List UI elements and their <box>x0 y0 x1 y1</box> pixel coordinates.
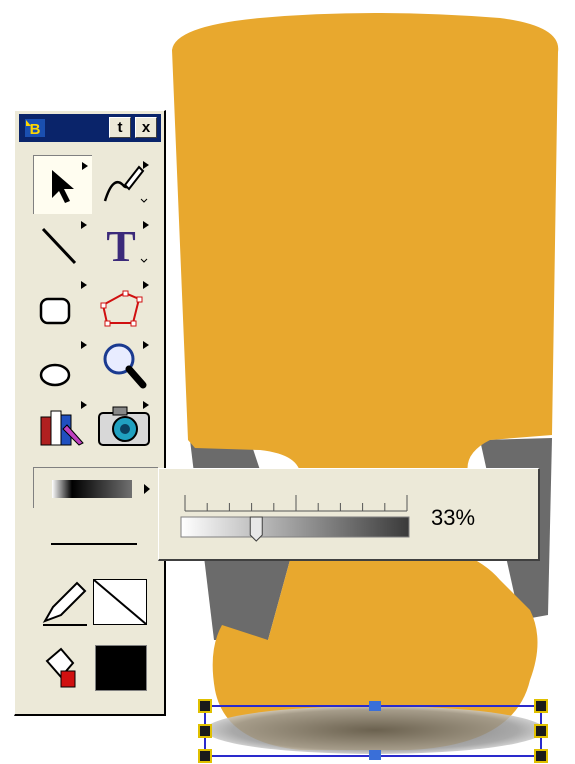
handle-top-right <box>534 699 548 713</box>
stroke-width-line[interactable] <box>51 543 137 545</box>
opacity-slider[interactable] <box>169 475 429 555</box>
zoom-tool[interactable] <box>95 335 153 393</box>
handle-middle-left <box>198 724 212 738</box>
handle-bottom-left <box>198 749 212 763</box>
text-tool[interactable]: T <box>95 215 153 273</box>
symbol-library-tool[interactable] <box>33 395 91 453</box>
gradient-icon <box>52 480 150 498</box>
toolbox-titlebar[interactable]: B t x <box>19 114 161 142</box>
toolbox-panel: B t x T <box>14 110 166 716</box>
fill-color-bucket[interactable] <box>39 641 89 691</box>
freehand-pen-tool[interactable] <box>95 155 153 213</box>
line-tool[interactable] <box>33 215 91 273</box>
stroke-color-pen[interactable] <box>39 577 91 627</box>
stroke-color-swatch[interactable] <box>93 579 147 625</box>
bottle-top-shape <box>172 13 559 482</box>
gradient-fill-tool[interactable] <box>33 467 158 508</box>
pen-nib-icon <box>42 581 87 626</box>
slider-ticks <box>184 495 408 511</box>
handle-middle-right <box>534 724 548 738</box>
fill-swatch-black <box>96 646 146 690</box>
close-button[interactable]: x <box>135 117 157 138</box>
handle-bottom-right <box>534 749 548 763</box>
svg-text:B: B <box>30 121 41 138</box>
restore-button[interactable]: t <box>109 117 131 138</box>
polygon-tool[interactable] <box>95 275 153 333</box>
opacity-slider-popup: 33% <box>158 468 540 561</box>
pointer-tool[interactable] <box>33 155 92 214</box>
opacity-value-label: 33% <box>431 505 476 530</box>
handle-bottom-center <box>369 750 381 760</box>
handle-top-center <box>369 701 381 711</box>
app-logo-icon: B <box>25 119 45 138</box>
rounded-rectangle-tool[interactable] <box>33 275 91 333</box>
camera-tool[interactable] <box>95 395 153 453</box>
handle-top-left <box>198 699 212 713</box>
ellipse-tool[interactable] <box>33 335 91 393</box>
slider-thumb[interactable] <box>249 516 263 542</box>
selected-ellipse-shadow[interactable] <box>205 706 545 754</box>
fill-color-swatch[interactable] <box>95 645 147 691</box>
paint-bucket-icon <box>45 647 76 688</box>
no-color-diagonal-icon <box>93 579 147 625</box>
slider-track <box>180 516 410 538</box>
svg-text:T: T <box>106 222 135 271</box>
